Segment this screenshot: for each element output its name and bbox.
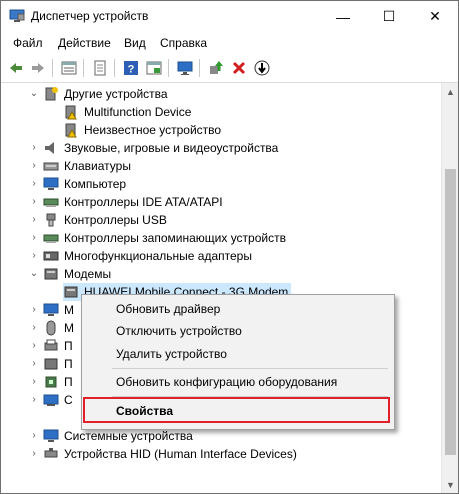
network-adapter-icon [43, 394, 59, 406]
expand-chevron-icon[interactable]: › [29, 445, 39, 463]
expand-chevron-icon[interactable]: › [29, 139, 39, 157]
modem-icon [44, 268, 58, 280]
action-window-icon[interactable] [144, 58, 164, 78]
tree-item-usb[interactable]: › Контроллеры USB [1, 211, 441, 229]
expand-chevron-icon[interactable]: › [29, 319, 39, 337]
menu-help[interactable]: Справка [160, 36, 207, 50]
update-driver-icon[interactable] [206, 58, 226, 78]
disable-device-icon[interactable] [252, 58, 272, 78]
expand-chevron-icon[interactable]: › [29, 373, 39, 391]
menu-action[interactable]: Действие [58, 36, 111, 50]
expand-chevron-icon[interactable]: › [29, 157, 39, 175]
close-button[interactable]: ✕ [412, 1, 458, 32]
expand-chevron-icon[interactable]: › [29, 247, 39, 265]
tree-item-hidden-2[interactable]: › М [1, 319, 81, 337]
menu-file[interactable]: Файл [13, 36, 43, 50]
device-manager-window: Диспетчер устройств — ☐ ✕ Файл Действие … [0, 0, 459, 494]
scroll-up-arrow-icon[interactable]: ▲ [442, 83, 458, 100]
hid-icon [44, 448, 58, 458]
tree-item-ide[interactable]: › Контроллеры IDE ATA/ATAPI [1, 193, 441, 211]
tree-item-hidden-4[interactable]: › П [1, 355, 81, 373]
speaker-icon [45, 142, 54, 154]
tree-item-other-devices[interactable]: ⌄ Другие устройства [1, 85, 441, 103]
expand-chevron-icon[interactable]: › [29, 211, 39, 229]
storage-controller-icon [43, 234, 59, 243]
svg-text:?: ? [128, 64, 135, 76]
tree-item-storage[interactable]: › Контроллеры запоминающих устройств [1, 229, 441, 247]
scroll-down-arrow-icon[interactable]: ▼ [442, 476, 458, 493]
unknown-device-warning-icon [65, 123, 77, 138]
tree-item-computer[interactable]: › Компьютер [1, 175, 441, 193]
print-queue-icon [44, 339, 58, 351]
expand-chevron-icon[interactable]: › [29, 229, 39, 247]
usb-icon [46, 213, 56, 227]
expand-chevron-icon[interactable]: › [29, 175, 39, 193]
tree-item-hidden-5[interactable]: › П [1, 373, 81, 391]
menu-view[interactable]: Вид [124, 36, 146, 50]
properties-highlight-box [83, 397, 390, 423]
menu-bar: Файл Действие Вид Справка [1, 32, 458, 54]
uninstall-x-icon[interactable] [229, 58, 249, 78]
menu-disable-device[interactable]: Отключить устройство [116, 321, 242, 341]
menu-update-driver[interactable]: Обновить драйвер [116, 299, 220, 319]
back-arrow-icon[interactable] [6, 58, 26, 78]
minimize-button[interactable]: — [320, 1, 366, 32]
expand-chevron-icon[interactable]: › [29, 427, 39, 445]
vertical-scrollbar[interactable]: ▲ ▼ [441, 83, 458, 493]
expand-chevron-icon[interactable]: › [29, 301, 39, 319]
keyboard-icon [43, 162, 59, 171]
collapse-chevron-icon[interactable]: ⌄ [29, 85, 39, 103]
modem-icon [64, 286, 78, 298]
tree-item-sound[interactable]: › Звуковые, игровые и видеоустройства [1, 139, 441, 157]
tree-item-multifunction-device[interactable]: Multifunction Device [1, 103, 441, 121]
toolbar: ? [1, 54, 458, 83]
scan-hardware-icon[interactable] [175, 58, 195, 78]
window-title: Диспетчер устройств [31, 9, 149, 23]
tree-item-unknown-device[interactable]: Неизвестное устройство [1, 121, 441, 139]
collapse-chevron-icon[interactable]: ⌄ [29, 265, 39, 283]
adapter-icon [43, 251, 59, 261]
menu-uninstall-device[interactable]: Удалить устройство [116, 344, 227, 364]
computer-icon [43, 177, 59, 190]
expand-chevron-icon[interactable]: › [29, 391, 39, 409]
maximize-button[interactable]: ☐ [366, 1, 412, 32]
title-bar[interactable]: Диспетчер устройств — ☐ ✕ [1, 1, 458, 32]
system-devices-icon [43, 429, 59, 442]
tree-item-multifunction-adapters[interactable]: › Многофункциональные адаптеры [1, 247, 441, 265]
tree-item-keyboards[interactable]: › Клавиатуры [1, 157, 441, 175]
expand-chevron-icon[interactable]: › [29, 355, 39, 373]
tree-item-hid[interactable]: › Устройства HID (Human Interface Device… [1, 445, 441, 463]
tree-item-modems[interactable]: ⌄ Модемы [1, 265, 441, 283]
mouse-icon [46, 320, 56, 336]
properties-sheet-icon[interactable] [90, 58, 110, 78]
menu-scan-hardware[interactable]: Обновить конфигурацию оборудования [116, 372, 337, 392]
expand-chevron-icon[interactable]: › [29, 337, 39, 355]
help-icon[interactable]: ? [121, 58, 141, 78]
unknown-device-warning-icon [65, 105, 77, 120]
device-manager-icon [9, 9, 25, 22]
device-icon [44, 358, 58, 370]
show-hide-tree-icon[interactable] [59, 58, 79, 78]
scrollbar-thumb[interactable] [445, 169, 456, 455]
monitor-icon [43, 303, 59, 316]
tree-item-hidden-3[interactable]: › П [1, 337, 81, 355]
menu-separator [112, 368, 388, 369]
expand-chevron-icon[interactable]: › [29, 193, 39, 211]
device-tree[interactable]: ⌄ Другие устройства Multifunction Device… [1, 83, 441, 493]
controller-icon [43, 198, 59, 207]
tree-item-hidden-1[interactable]: › М [1, 301, 81, 319]
tree-item-hidden-6[interactable]: › С [1, 391, 81, 409]
other-devices-icon [45, 87, 58, 101]
forward-arrow-icon[interactable] [28, 58, 48, 78]
processor-icon [45, 376, 57, 388]
